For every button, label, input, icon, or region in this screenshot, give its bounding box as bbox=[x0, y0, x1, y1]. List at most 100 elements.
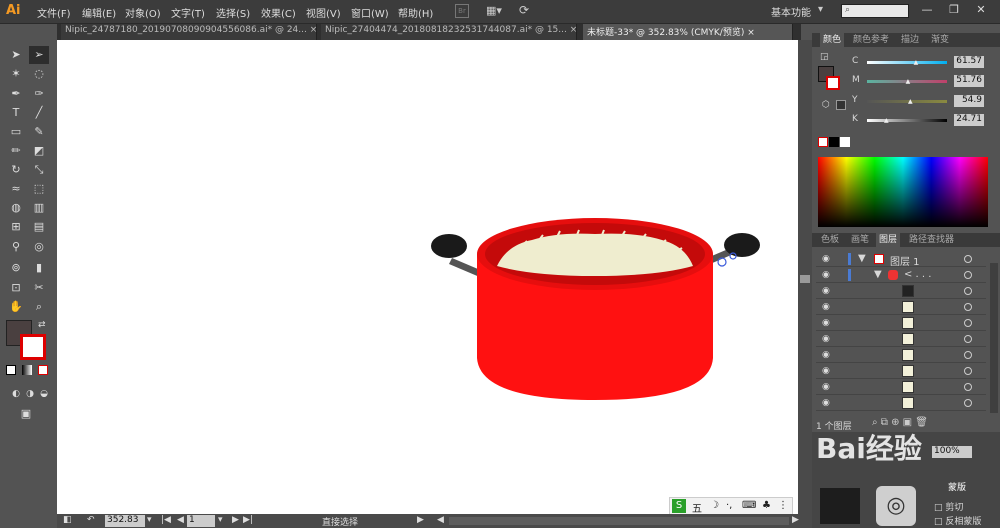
layer-row[interactable]: ◉ bbox=[816, 363, 986, 379]
eraser-tool-icon[interactable]: ◩ bbox=[29, 142, 49, 160]
cyan-slider[interactable]: C 61.57 ▲ bbox=[852, 56, 997, 68]
eye-icon[interactable]: ◉ bbox=[822, 382, 830, 392]
gpu-performance-icon[interactable]: ⟳ bbox=[519, 3, 535, 19]
workspace-switcher[interactable]: 基本功能 bbox=[771, 4, 811, 19]
slider-value-input[interactable]: 61.57 bbox=[954, 56, 984, 68]
layers-scrollbar[interactable] bbox=[990, 263, 998, 413]
close-tab-icon[interactable]: × bbox=[310, 25, 316, 35]
tab-pathfinder[interactable]: 路径查找器 bbox=[906, 233, 957, 247]
eye-icon[interactable]: ◉ bbox=[822, 318, 830, 328]
eyedropper-tool-icon[interactable]: ⚲ bbox=[6, 238, 26, 256]
none-color-swatch[interactable] bbox=[818, 137, 828, 147]
bridge-icon[interactable]: Br bbox=[455, 4, 469, 18]
scroll-left-icon[interactable]: ◀ bbox=[437, 515, 444, 525]
mesh-tool-icon[interactable]: ⊞ bbox=[6, 218, 26, 236]
blend-tool-icon[interactable]: ◎ bbox=[29, 238, 49, 256]
magic-wand-tool-icon[interactable]: ✶ bbox=[6, 65, 26, 83]
mask-button[interactable]: 蒙版 bbox=[948, 480, 966, 493]
pen-tool-icon[interactable]: ✒ bbox=[6, 85, 26, 103]
slider-marker-icon[interactable]: ▲ bbox=[914, 59, 919, 66]
target-icon[interactable] bbox=[964, 367, 972, 375]
zoom-dropdown-icon[interactable]: ▾ bbox=[147, 515, 152, 525]
eye-icon[interactable]: ◉ bbox=[822, 334, 830, 344]
tab-document-1[interactable]: Nipic_24787180_20190708090904556086.ai* … bbox=[61, 24, 317, 40]
target-icon[interactable] bbox=[964, 399, 972, 407]
paintbrush-tool-icon[interactable]: ✎ bbox=[29, 123, 49, 141]
rotate-view-icon[interactable]: ↶ bbox=[87, 515, 95, 525]
menu-file[interactable]: 文件(F) bbox=[37, 5, 71, 20]
curvature-tool-icon[interactable]: ✑ bbox=[29, 85, 49, 103]
next-artboard-icon[interactable]: ▶ bbox=[232, 515, 239, 525]
width-tool-icon[interactable]: ≈ bbox=[6, 180, 26, 198]
artboard-nav-icon[interactable]: ◧ bbox=[63, 515, 72, 525]
minimize-button[interactable]: — bbox=[916, 3, 938, 19]
layer-row[interactable]: ◉ bbox=[816, 379, 986, 395]
slice-tool-icon[interactable]: ✂ bbox=[29, 279, 49, 297]
tab-swatches[interactable]: 色板 bbox=[818, 233, 842, 247]
selection-anchor[interactable] bbox=[717, 257, 727, 267]
slider-marker-icon[interactable]: ▲ bbox=[884, 117, 889, 124]
ime-toolbar[interactable]: S 五 ☽ ·, ⌨ ♣ ⋮ bbox=[669, 497, 793, 515]
eye-icon[interactable]: ◉ bbox=[822, 302, 830, 312]
slider-track[interactable] bbox=[867, 100, 947, 103]
horizontal-scrollbar[interactable] bbox=[449, 517, 789, 525]
layer-row[interactable]: ◉ bbox=[816, 395, 986, 411]
artboard-canvas[interactable] bbox=[57, 40, 798, 514]
black-color-swatch[interactable] bbox=[829, 137, 839, 147]
black-slider[interactable]: K 24.71 ▲ bbox=[852, 114, 997, 126]
color-spectrum[interactable] bbox=[818, 157, 988, 227]
menu-object[interactable]: 对象(O) bbox=[125, 5, 161, 20]
clip-checkbox[interactable]: □ 剪切 bbox=[934, 500, 963, 513]
direct-selection-tool-icon[interactable]: ➢ bbox=[29, 46, 49, 64]
white-color-swatch[interactable] bbox=[840, 137, 850, 147]
menu-window[interactable]: 窗口(W) bbox=[351, 5, 389, 20]
arrange-documents-icon[interactable]: ▦▾ bbox=[486, 4, 502, 18]
menu-edit[interactable]: 编辑(E) bbox=[82, 5, 116, 20]
default-colors-icon[interactable]: ◲ bbox=[820, 52, 829, 62]
layer-row[interactable]: ◉ bbox=[816, 283, 986, 299]
eye-icon[interactable]: ◉ bbox=[822, 350, 830, 360]
invert-mask-checkbox[interactable]: □ 反相蒙版 bbox=[934, 514, 981, 527]
target-icon[interactable] bbox=[964, 287, 972, 295]
eye-icon[interactable]: ◉ bbox=[822, 398, 830, 408]
out-of-gamut-icon[interactable]: ⬡ bbox=[822, 100, 830, 110]
target-icon[interactable] bbox=[964, 255, 972, 263]
free-transform-tool-icon[interactable]: ⬚ bbox=[29, 180, 49, 198]
layer-row[interactable]: ◉ bbox=[816, 347, 986, 363]
column-graph-tool-icon[interactable]: ▮ bbox=[29, 259, 49, 277]
target-icon[interactable] bbox=[964, 271, 972, 279]
symbol-sprayer-tool-icon[interactable]: ⊚ bbox=[6, 259, 26, 277]
expand-arrow-icon[interactable]: ▼ bbox=[874, 269, 882, 280]
lasso-tool-icon[interactable]: ◌ bbox=[29, 65, 49, 83]
layer-name[interactable]: 图层 1 bbox=[890, 253, 920, 268]
tab-color-guide[interactable]: 颜色参考 bbox=[850, 33, 892, 47]
target-icon[interactable] bbox=[964, 335, 972, 343]
close-tab-icon[interactable]: × bbox=[570, 25, 576, 35]
eye-icon[interactable]: ◉ bbox=[822, 254, 830, 264]
selection-tool-icon[interactable]: ➤ bbox=[6, 46, 26, 64]
type-tool-icon[interactable]: T bbox=[6, 104, 26, 122]
layer-row[interactable]: ◉ ▼ 图层 1 bbox=[816, 251, 986, 268]
tab-document-3[interactable]: 未标题-33* @ 352.83% (CMYK/预览) × bbox=[583, 24, 793, 40]
pencil-tool-icon[interactable]: ✏ bbox=[6, 142, 26, 160]
color-panel-stroke-swatch[interactable] bbox=[826, 76, 840, 90]
close-button[interactable]: ✕ bbox=[970, 3, 992, 19]
expand-arrow-icon[interactable]: ▼ bbox=[858, 253, 866, 264]
status-menu-icon[interactable]: ▶ bbox=[417, 515, 424, 525]
workspace-chevron-icon[interactable]: ▾ bbox=[818, 4, 823, 15]
zoom-tool-icon[interactable]: ⌕ bbox=[29, 298, 49, 316]
zoom-level-input[interactable]: 352.83 bbox=[105, 515, 145, 527]
last-artboard-icon[interactable]: ▶| bbox=[243, 515, 253, 525]
layer-row[interactable]: ◉ bbox=[816, 331, 986, 347]
rectangle-tool-icon[interactable]: ▭ bbox=[6, 123, 26, 141]
shape-builder-tool-icon[interactable]: ◍ bbox=[6, 199, 26, 217]
draw-inside-icon[interactable]: ◒ bbox=[34, 385, 54, 403]
slider-value-input[interactable]: 24.71 bbox=[954, 114, 984, 126]
tab-gradient[interactable]: 渐变 bbox=[928, 33, 952, 47]
menu-effect[interactable]: 效果(C) bbox=[261, 5, 296, 20]
artboard-tool-icon[interactable]: ⊡ bbox=[6, 279, 26, 297]
target-icon[interactable] bbox=[964, 319, 972, 327]
swap-fill-stroke-icon[interactable]: ⇄ bbox=[38, 320, 46, 330]
gradient-mode-icon[interactable] bbox=[22, 365, 32, 375]
search-help-input[interactable]: ⌕ bbox=[841, 4, 909, 18]
